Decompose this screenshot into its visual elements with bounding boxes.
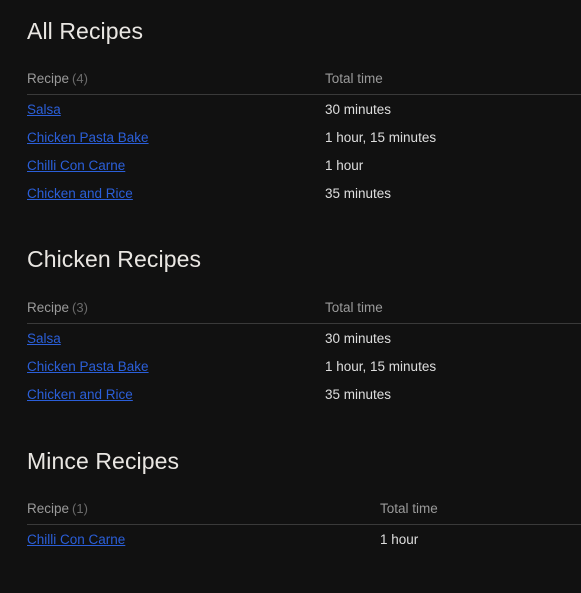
column-header-total-time: Total time: [325, 71, 581, 96]
recipe-section-mince: Mince Recipes Recipe (1) Total time Chill…: [0, 408, 581, 553]
recipe-table: Recipe (4) Total time Salsa 30 minutes Ch…: [27, 71, 581, 207]
recipe-name-cell: Chilli Con Carne: [27, 524, 380, 553]
recipe-link[interactable]: Salsa: [27, 102, 61, 117]
column-header-recipe: Recipe (1): [27, 500, 380, 525]
column-header-total-time: Total time: [380, 500, 581, 525]
recipe-link[interactable]: Chicken Pasta Bake: [27, 359, 149, 374]
column-header-recipe: Recipe (4): [27, 71, 325, 96]
table-row: Chilli Con Carne 1 hour: [27, 524, 581, 553]
table-body: Salsa 30 minutes Chicken Pasta Bake 1 ho…: [27, 323, 581, 408]
recipe-section-all: All Recipes Recipe (4) Total time Salsa 3…: [0, 0, 581, 207]
recipe-link[interactable]: Chicken and Rice: [27, 186, 133, 201]
recipe-name-cell: Chicken and Rice: [27, 380, 325, 408]
section-title: All Recipes: [27, 18, 144, 44]
table-row: Salsa 30 minutes: [27, 323, 581, 352]
table-row: Chicken Pasta Bake 1 hour, 15 minutes: [27, 123, 581, 151]
recipe-name-cell: Chicken Pasta Bake: [27, 352, 325, 380]
recipe-time-cell: 1 hour: [325, 158, 364, 174]
table-row: Chicken and Rice 35 minutes: [27, 179, 581, 207]
recipe-time-cell: 1 hour, 15 minutes: [325, 358, 437, 374]
table-header-row: Recipe (4) Total time: [27, 71, 581, 96]
recipe-time-cell: 30 minutes: [325, 330, 392, 346]
recipe-count: (1): [72, 500, 88, 516]
recipe-link[interactable]: Chicken and Rice: [27, 387, 133, 402]
recipe-time-cell: 1 hour: [380, 531, 419, 547]
recipe-table: Recipe (1) Total time Chilli Con Carne 1 …: [27, 500, 581, 553]
recipe-table: Recipe (3) Total time Salsa 30 minutes Ch…: [27, 299, 581, 408]
recipe-link[interactable]: Chilli Con Carne: [27, 532, 125, 547]
recipe-count: (3): [72, 299, 88, 315]
recipe-time-cell: 35 minutes: [325, 386, 392, 402]
column-header-total-time: Total time: [325, 299, 581, 324]
recipe-name-cell: Chilli Con Carne: [27, 151, 325, 179]
section-title: Chicken Recipes: [27, 246, 202, 273]
recipes-page: All Recipes Recipe (4) Total time Salsa 3…: [0, 0, 581, 593]
recipe-count: (4): [72, 71, 88, 87]
recipe-link[interactable]: Salsa: [27, 331, 61, 346]
table-header-row: Recipe (3) Total time: [27, 299, 581, 324]
recipe-name-cell: Chicken Pasta Bake: [27, 123, 325, 151]
recipe-name-cell: Chicken and Rice: [27, 179, 325, 207]
table-body: Chilli Con Carne 1 hour: [27, 524, 581, 553]
recipe-link[interactable]: Chilli Con Carne: [27, 158, 125, 173]
column-header-recipe-label: Recipe: [27, 500, 70, 516]
recipe-time-cell: 1 hour, 15 minutes: [325, 130, 437, 146]
table-row: Chicken and Rice 35 minutes: [27, 380, 581, 408]
recipe-link[interactable]: Chicken Pasta Bake: [27, 130, 149, 145]
table-row: Chicken Pasta Bake 1 hour, 15 minutes: [27, 352, 581, 380]
section-title: Mince Recipes: [27, 447, 180, 474]
column-header-recipe-label: Recipe: [27, 299, 70, 315]
table-header-row: Recipe (1) Total time: [27, 500, 581, 525]
recipe-name-cell: Salsa: [27, 323, 325, 352]
table-row: Salsa 30 minutes: [27, 95, 581, 124]
recipe-time-cell: 35 minutes: [325, 186, 392, 202]
table-row: Chilli Con Carne 1 hour: [27, 151, 581, 179]
recipe-section-chicken: Chicken Recipes Recipe (3) Total time Sal…: [0, 207, 581, 407]
column-header-recipe-label: Recipe: [27, 71, 70, 87]
recipe-time-cell: 30 minutes: [325, 102, 392, 118]
recipe-name-cell: Salsa: [27, 95, 325, 124]
table-body: Salsa 30 minutes Chicken Pasta Bake 1 ho…: [27, 95, 581, 208]
column-header-recipe: Recipe (3): [27, 299, 325, 324]
